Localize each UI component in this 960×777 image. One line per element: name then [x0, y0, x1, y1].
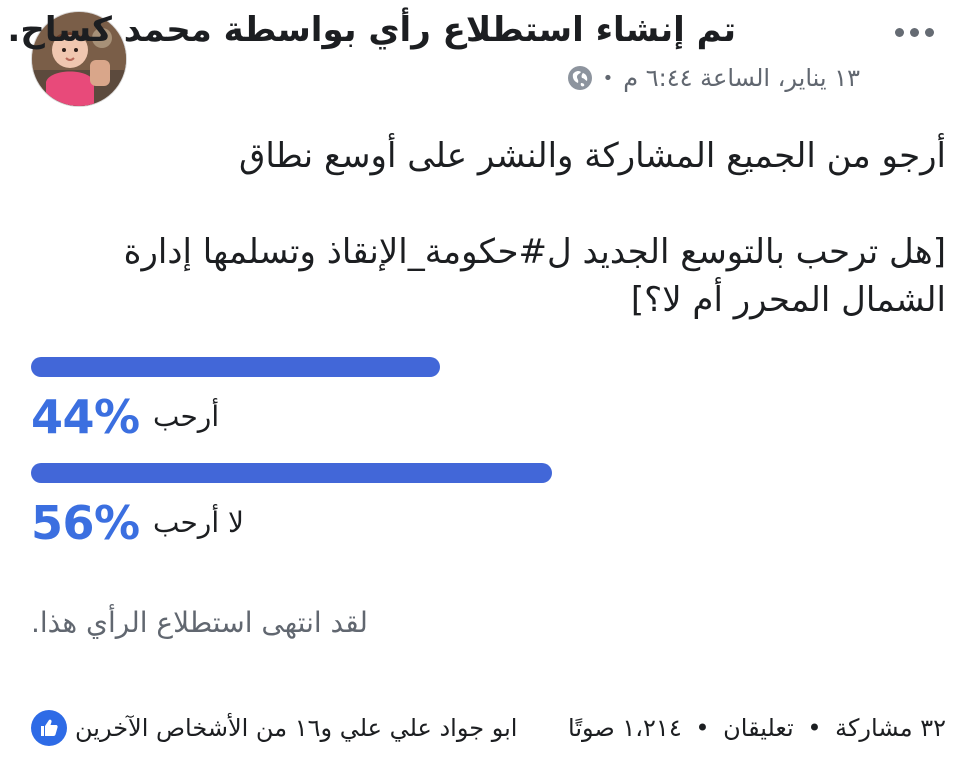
- poll-ended-notice: لقد انتهى استطلاع الرأي هذا.: [31, 606, 368, 639]
- poll-option-bar[interactable]: [31, 357, 440, 377]
- post-footer: ابو جواد علي علي و١٦ من الأشخاص الآخرين …: [31, 708, 946, 748]
- meta-separator: •: [602, 67, 614, 89]
- post-body-line-1: أرجو من الجميع المشاركة والنشر على أوسع …: [239, 136, 946, 176]
- title-prefix: تم إنشاء استطلاع رأي بواسطة: [223, 10, 737, 50]
- more-horizontal-icon: [894, 27, 904, 37]
- votes-count[interactable]: ١،٢١٤ صوتًا: [568, 714, 682, 742]
- poll-option-label: لا أرحب: [153, 506, 244, 539]
- poll-post: تم إنشاء استطلاع رأي بواسطة محمد كساح. ١…: [0, 0, 960, 777]
- more-horizontal-icon: [909, 27, 919, 37]
- poll-option-percent: 44%: [31, 390, 140, 444]
- title-suffix: .: [7, 10, 21, 50]
- post-stats: ٣٢ مشاركة • تعليقان • ١،٢١٤ صوتًا: [568, 714, 946, 742]
- post-meta: ١٣ يناير، الساعة ٦:٤٤ م •: [567, 64, 860, 92]
- post-timestamp[interactable]: ١٣ يناير، الساعة ٦:٤٤ م: [623, 64, 860, 92]
- poll-option-label: أرحب: [153, 400, 220, 433]
- more-horizontal-icon: [924, 27, 934, 37]
- post-body-line-2: [هل ترحب بالتوسع الجديد ل#حكومة_الإنقاذ …: [123, 232, 946, 320]
- shares-count[interactable]: ٣٢ مشاركة: [835, 714, 946, 742]
- reactors-text[interactable]: ابو جواد علي علي و١٦ من الأشخاص الآخرين: [75, 714, 517, 742]
- more-options-button[interactable]: [890, 18, 938, 46]
- reactions-summary[interactable]: ابو جواد علي علي و١٦ من الأشخاص الآخرين: [31, 710, 517, 746]
- like-icon: [31, 710, 67, 746]
- author-name-link[interactable]: محمد كساح: [20, 10, 212, 50]
- globe-icon[interactable]: [567, 65, 593, 91]
- poll-option-percent: 56%: [31, 496, 140, 550]
- poll-option-bar[interactable]: [31, 463, 552, 483]
- stats-separator: •: [807, 714, 822, 742]
- post-title: تم إنشاء استطلاع رأي بواسطة محمد كساح.: [7, 10, 736, 50]
- comments-count[interactable]: تعليقان: [723, 714, 794, 742]
- stats-separator: •: [695, 714, 710, 742]
